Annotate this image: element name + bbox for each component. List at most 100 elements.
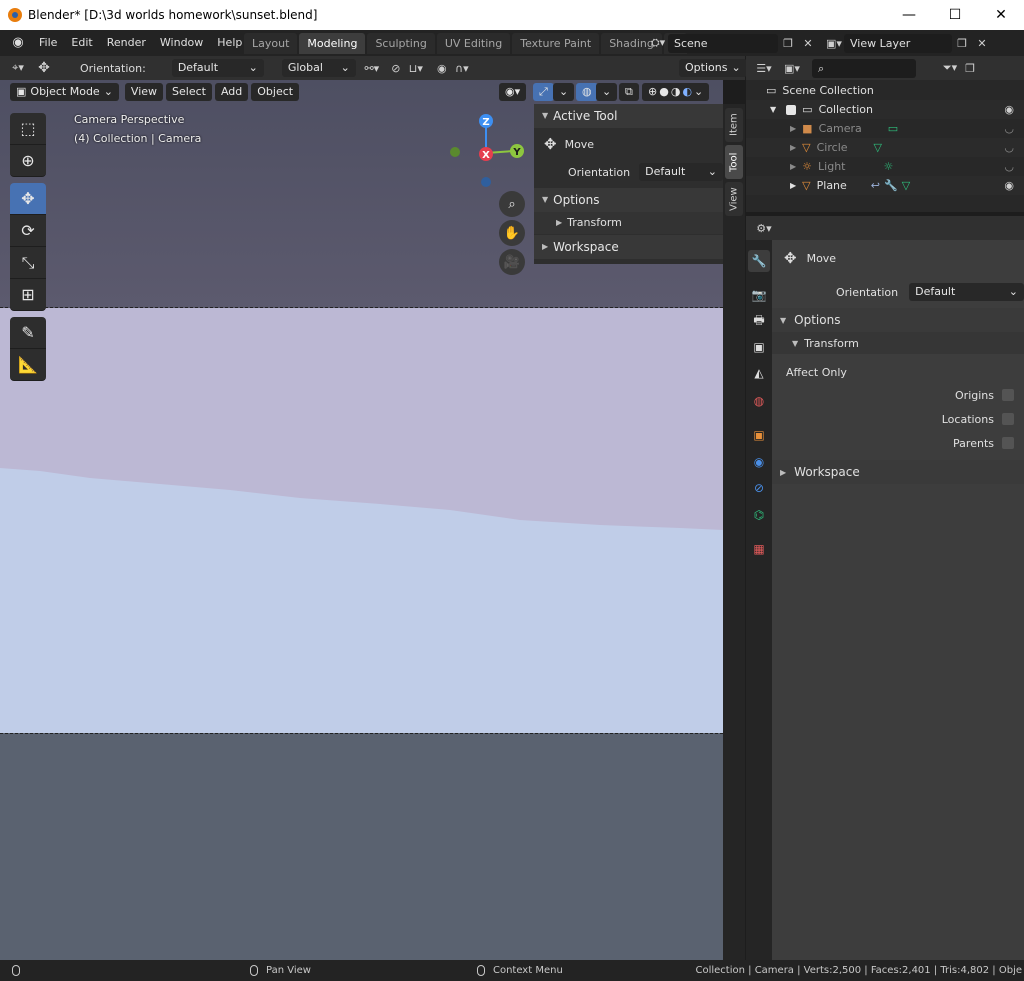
constraints-tab-icon[interactable]: ⊘ bbox=[748, 477, 770, 499]
transform-space-dropdown[interactable]: Global ⌄ bbox=[281, 59, 356, 77]
view-layer-tab-icon[interactable]: ▣ bbox=[748, 336, 770, 358]
transform-subheader[interactable]: ▶ Transform bbox=[534, 212, 723, 234]
minimize-icon[interactable]: — bbox=[886, 0, 932, 30]
outliner-item-light[interactable]: ▶ ☼ Light ☼ ◡ bbox=[746, 157, 1024, 176]
active-tool-header[interactable]: ▼ Active Tool bbox=[534, 104, 723, 128]
visibility-icon[interactable]: ◉▾ bbox=[499, 83, 527, 101]
transform-icon[interactable]: ⊞ bbox=[10, 279, 46, 311]
rotate-icon[interactable]: ⟳ bbox=[10, 215, 46, 247]
navigation-gizmo[interactable]: Z Y X bbox=[450, 113, 530, 193]
menu-render[interactable]: Render bbox=[100, 30, 153, 56]
orientation-dropdown[interactable]: Default ⌄ bbox=[171, 59, 264, 77]
delete-view-layer-icon[interactable]: ✕ bbox=[972, 34, 992, 53]
maximize-icon[interactable]: ☐ bbox=[932, 0, 978, 30]
menu-file[interactable]: File bbox=[32, 30, 64, 56]
view-layer-field[interactable]: View Layer bbox=[844, 33, 952, 53]
close-icon[interactable]: ✕ bbox=[978, 0, 1024, 30]
tab-layout[interactable]: Layout bbox=[244, 33, 298, 54]
physics-tab-icon[interactable]: ◉ bbox=[748, 451, 770, 473]
options-dropdown[interactable]: Options ⌄ bbox=[679, 59, 747, 77]
collapsed-triangle-icon[interactable]: ▶ bbox=[790, 124, 796, 133]
outliner-search-input[interactable]: ⌕ bbox=[812, 58, 916, 78]
tab-texture-paint[interactable]: Texture Paint bbox=[512, 33, 600, 54]
properties-active-tool[interactable]: ✥ Move bbox=[772, 246, 1024, 270]
workspace-header[interactable]: ▶ Workspace bbox=[534, 235, 723, 259]
origins-row[interactable]: Origins bbox=[772, 383, 1024, 407]
delete-scene-icon[interactable]: ✕ bbox=[798, 34, 818, 53]
outliner-item-plane[interactable]: ▶ ▽ Plane ↩ 🔧 ▽ ◉ bbox=[746, 176, 1024, 195]
gizmo-neg-y-axis[interactable] bbox=[450, 147, 460, 157]
active-tool-row[interactable]: ✥ Move bbox=[534, 128, 723, 160]
falloff-icon[interactable]: ∩▾ bbox=[452, 59, 472, 78]
menu-object[interactable]: Object bbox=[251, 83, 300, 101]
collapsed-triangle-icon[interactable]: ▶ bbox=[790, 181, 796, 190]
locations-checkbox[interactable] bbox=[1002, 413, 1014, 425]
menu-add[interactable]: Add bbox=[214, 83, 249, 101]
expand-triangle-icon[interactable]: ▼ bbox=[770, 105, 776, 114]
material-shading-icon[interactable]: ◑ bbox=[671, 83, 681, 101]
parents-checkbox[interactable] bbox=[1002, 437, 1014, 449]
tool-tab-icon[interactable]: 🔧 bbox=[748, 250, 770, 272]
menu-view[interactable]: View bbox=[124, 83, 164, 101]
new-collection-icon[interactable]: ❐ bbox=[960, 59, 980, 78]
tab-tool[interactable]: Tool bbox=[725, 145, 743, 179]
cursor-icon[interactable]: ⊕ bbox=[10, 145, 46, 177]
scene-name-field[interactable]: Scene bbox=[668, 33, 778, 53]
filter-icon[interactable]: ⏷▾ bbox=[940, 59, 960, 78]
object-data-tab-icon[interactable]: ⌬ bbox=[748, 504, 770, 526]
pivot-point-icon[interactable]: ⚯▾ bbox=[362, 59, 382, 78]
tab-modeling[interactable]: Modeling bbox=[299, 33, 366, 54]
locations-row[interactable]: Locations bbox=[772, 407, 1024, 431]
outliner-item-camera[interactable]: ▶ ■ Camera ▭ ◡ bbox=[746, 119, 1024, 138]
gizmo-dropdown-icon[interactable]: ⌄ bbox=[553, 83, 575, 101]
snap-target-icon[interactable]: ⊔▾ bbox=[406, 59, 426, 78]
new-view-layer-icon[interactable]: ❐ bbox=[952, 34, 972, 53]
zoom-icon[interactable]: ⌕ bbox=[499, 191, 525, 217]
world-tab-icon[interactable]: ◍ bbox=[748, 390, 770, 412]
properties-workspace-header[interactable]: ▶ Workspace bbox=[772, 460, 1024, 484]
editor-type-icon[interactable]: ⌖▾ bbox=[8, 59, 28, 78]
scene-icon[interactable]: ⛭▾ bbox=[648, 34, 668, 53]
texture-tab-icon[interactable]: ▦ bbox=[748, 538, 770, 560]
mode-dropdown[interactable]: ▣ Object Mode ⌄ bbox=[10, 83, 119, 101]
outliner-editor-type-icon[interactable]: ☰▾ bbox=[754, 59, 774, 78]
collection-checkbox[interactable] bbox=[786, 104, 797, 115]
origins-checkbox[interactable] bbox=[1002, 389, 1014, 401]
display-mode-icon[interactable]: ▣▾ bbox=[782, 59, 802, 78]
collapsed-triangle-icon[interactable]: ▶ bbox=[790, 162, 796, 171]
properties-orientation-dropdown[interactable]: Default ⌄ bbox=[909, 283, 1024, 301]
eye-closed-icon[interactable]: ◡ bbox=[1004, 122, 1014, 135]
tab-sculpting[interactable]: Sculpting bbox=[367, 33, 435, 54]
move-icon[interactable]: ✥ bbox=[10, 183, 46, 215]
annotate-icon[interactable]: ✎ bbox=[10, 317, 46, 349]
rendered-shading-icon[interactable]: ◐ bbox=[682, 83, 692, 101]
snap-icon[interactable]: ⊘ bbox=[386, 59, 406, 78]
view-layer-icon[interactable]: ▣▾ bbox=[824, 34, 844, 53]
solid-shading-icon[interactable]: ● bbox=[659, 83, 669, 101]
scale-icon[interactable]: ⤡ bbox=[10, 247, 46, 279]
camera-view-icon[interactable]: 🎥 bbox=[499, 249, 525, 275]
menu-select[interactable]: Select bbox=[166, 83, 212, 101]
render-tab-icon[interactable]: 📷 bbox=[748, 284, 770, 306]
proportional-edit-icon[interactable]: ◉ bbox=[432, 59, 452, 78]
outliner-collection[interactable]: ▼ ▭ Collection ◉ bbox=[746, 100, 1024, 119]
gizmo-toggle-icon[interactable]: ⤢ bbox=[533, 83, 554, 101]
scene-tab-icon[interactable]: ◭ bbox=[748, 362, 770, 384]
overlay-dropdown-icon[interactable]: ⌄ bbox=[596, 83, 618, 101]
menu-edit[interactable]: Edit bbox=[64, 30, 99, 56]
object-tab-icon[interactable]: ▣ bbox=[748, 424, 770, 446]
parents-row[interactable]: Parents bbox=[772, 431, 1024, 455]
gizmo-neg-z-axis[interactable] bbox=[481, 177, 491, 187]
options-header[interactable]: ▼ Options bbox=[534, 188, 723, 212]
tab-uv-editing[interactable]: UV Editing bbox=[436, 33, 511, 54]
properties-options-header[interactable]: ▼ Options bbox=[772, 308, 1024, 332]
tab-item[interactable]: Item bbox=[725, 108, 743, 142]
eye-icon[interactable]: ◉ bbox=[1004, 179, 1014, 192]
tab-view[interactable]: View bbox=[725, 182, 743, 216]
pan-hand-icon[interactable]: ✋ bbox=[499, 220, 525, 246]
select-box-icon[interactable]: ⬚ bbox=[10, 113, 46, 145]
outliner-item-circle[interactable]: ▶ ▽ Circle ▽ ◡ bbox=[746, 138, 1024, 157]
menu-window[interactable]: Window bbox=[153, 30, 210, 56]
shading-modes[interactable]: ⊕ ● ◑ ◐ ⌄ bbox=[642, 83, 710, 101]
collapsed-triangle-icon[interactable]: ▶ bbox=[790, 143, 796, 152]
